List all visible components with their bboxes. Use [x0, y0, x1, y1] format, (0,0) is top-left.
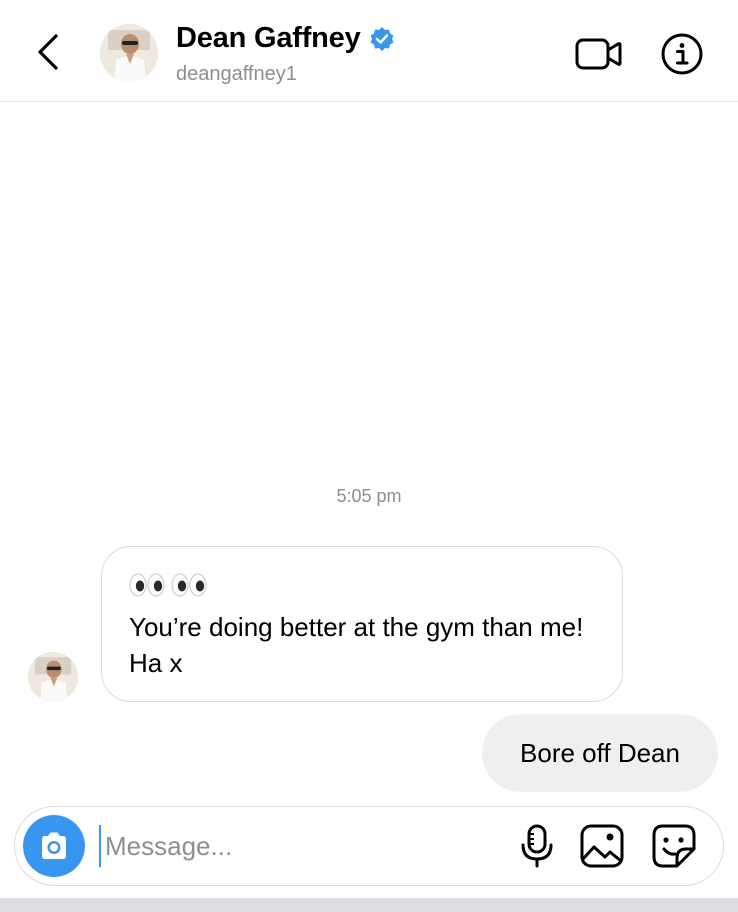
contact-name-row[interactable]: Dean Gaffney [176, 22, 395, 55]
image-icon [580, 824, 624, 868]
incoming-message-bubble[interactable]: 👀👀 You’re doing better at the gym than m… [101, 546, 623, 702]
bottom-bar [0, 898, 738, 912]
sender-avatar[interactable] [28, 652, 78, 702]
thread-header: Dean Gaffney deangaffney1 [0, 0, 738, 102]
gallery-button[interactable] [579, 823, 625, 869]
dm-thread-screen: Dean Gaffney deangaffney1 5:05 pm You’re… [0, 0, 738, 912]
message-timestamp: 5:05 pm [336, 486, 402, 506]
incoming-message-text: You’re doing better at the gym than me! … [129, 612, 584, 678]
info-icon [661, 33, 703, 75]
message-emoji: 👀👀 [129, 567, 596, 603]
conversation-info-button[interactable] [660, 32, 704, 76]
verified-badge-icon [370, 26, 394, 51]
sticker-button[interactable] [651, 823, 697, 869]
chevron-left-icon [38, 34, 58, 70]
back-button[interactable] [30, 32, 66, 72]
profile-avatar[interactable] [100, 24, 158, 82]
contact-handle: deangaffney1 [176, 63, 297, 85]
outgoing-message-bubble[interactable]: Bore off Dean [482, 714, 718, 792]
voice-message-button[interactable] [517, 823, 557, 869]
outgoing-message-text: Bore off Dean [520, 737, 680, 768]
sticker-icon [652, 824, 696, 868]
message-composer [14, 806, 724, 886]
microphone-icon [521, 824, 553, 868]
video-call-button[interactable] [574, 34, 624, 74]
eyes-emoji-icon [129, 573, 207, 597]
camera-button[interactable] [23, 815, 85, 877]
contact-name[interactable]: Dean Gaffney [176, 22, 361, 55]
camera-icon [42, 832, 66, 859]
video-camera-icon [575, 38, 622, 70]
message-input[interactable] [99, 825, 505, 867]
